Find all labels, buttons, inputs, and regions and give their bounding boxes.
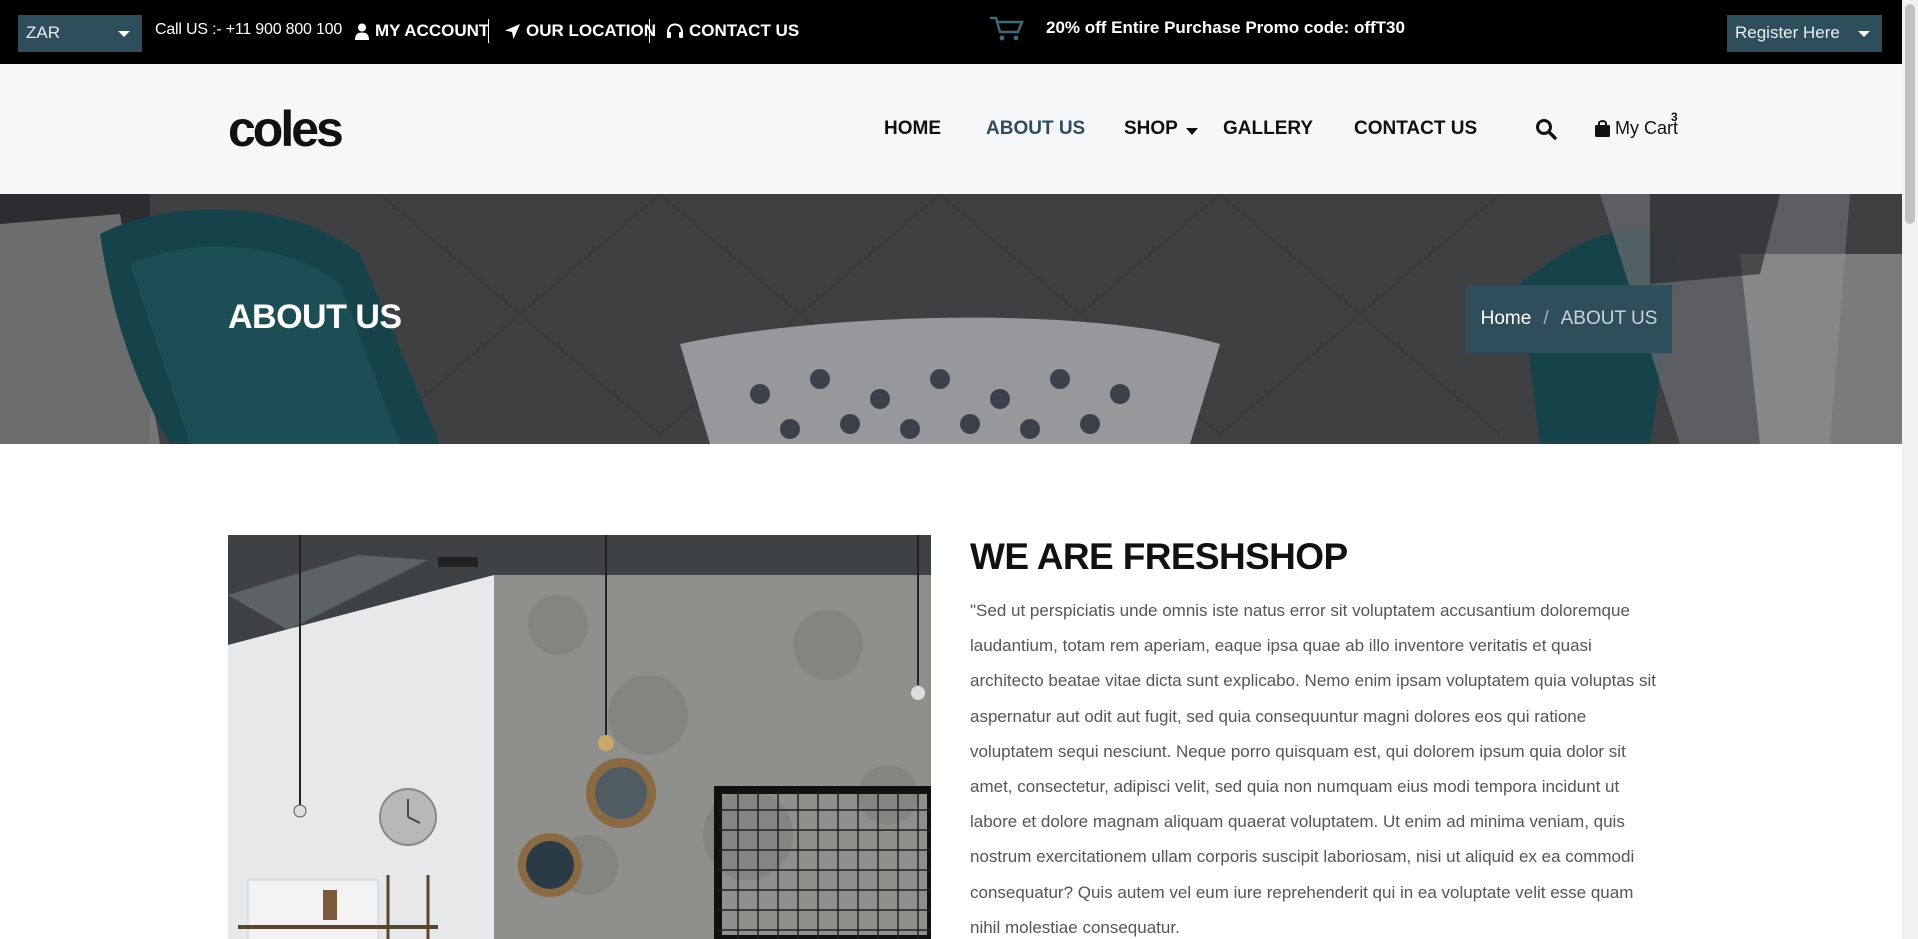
my-cart-link[interactable]: My Cart [1594, 118, 1678, 139]
breadcrumb-current: ABOUT US [1560, 308, 1658, 329]
our-location-label: OUR LOCATION [526, 21, 657, 40]
breadcrumb: Home / ABOUT US [1466, 285, 1672, 353]
logo[interactable]: coles [228, 104, 344, 154]
contact-us-top-link[interactable]: CONTACT US [666, 21, 799, 41]
location-arrow-icon [505, 23, 520, 39]
about-paragraph: "Sed ut perspiciatis unde omnis iste nat… [970, 601, 1657, 937]
breadcrumb-home[interactable]: Home [1481, 308, 1532, 330]
search-icon[interactable] [1535, 118, 1557, 140]
my-cart-label: My Cart [1615, 118, 1678, 138]
chevron-down-icon[interactable] [1186, 128, 1198, 135]
user-icon [355, 23, 369, 40]
chevron-down-icon [118, 31, 130, 37]
breadcrumb-separator: / [1543, 308, 1549, 329]
my-account-link[interactable]: MY ACCOUNT [354, 21, 489, 41]
promo-banner: 20% off Entire Purchase Promo code: offT… [988, 14, 1405, 42]
chevron-down-icon [1858, 31, 1870, 37]
about-heading: WE ARE FRESHSHOP [970, 536, 1348, 577]
main-header: coles HOME ABOUT US SHOP GALLERY CONTACT… [0, 64, 1918, 194]
cart-count-badge: 3 [1671, 110, 1678, 124]
divider [649, 19, 650, 43]
scrollbar-thumb[interactable] [1905, 4, 1915, 224]
register-dropdown[interactable]: Register Here [1727, 15, 1882, 52]
about-image [228, 535, 931, 939]
headset-icon [667, 22, 683, 38]
call-us-text: Call US :- +11 900 800 100 [155, 21, 343, 38]
page-banner: ABOUT US Home / ABOUT US [0, 194, 1902, 444]
currency-value: ZAR [26, 23, 60, 42]
cart-icon [990, 16, 1024, 41]
nav-about-us[interactable]: ABOUT US [986, 118, 1085, 140]
nav-shop[interactable]: SHOP [1124, 118, 1178, 140]
nav-gallery[interactable]: GALLERY [1223, 118, 1313, 140]
interior-photo [228, 535, 931, 939]
nav-home[interactable]: HOME [884, 118, 941, 140]
nav-contact-us[interactable]: CONTACT US [1354, 118, 1477, 140]
top-bar: ZAR Call US :- +11 900 800 100 MY ACCOUN… [0, 0, 1918, 64]
currency-select[interactable]: ZAR [18, 15, 142, 52]
register-label: Register Here [1735, 23, 1840, 42]
page-title: ABOUT US [228, 298, 402, 336]
contact-us-top-label: CONTACT US [689, 21, 800, 40]
page-scrollbar[interactable] [1902, 0, 1918, 939]
our-location-link[interactable]: OUR LOCATION [504, 21, 656, 41]
promo-text: 20% off Entire Purchase Promo code: offT… [1046, 18, 1405, 37]
bag-icon [1595, 120, 1610, 137]
my-account-label: MY ACCOUNT [375, 21, 490, 40]
divider [488, 19, 489, 43]
